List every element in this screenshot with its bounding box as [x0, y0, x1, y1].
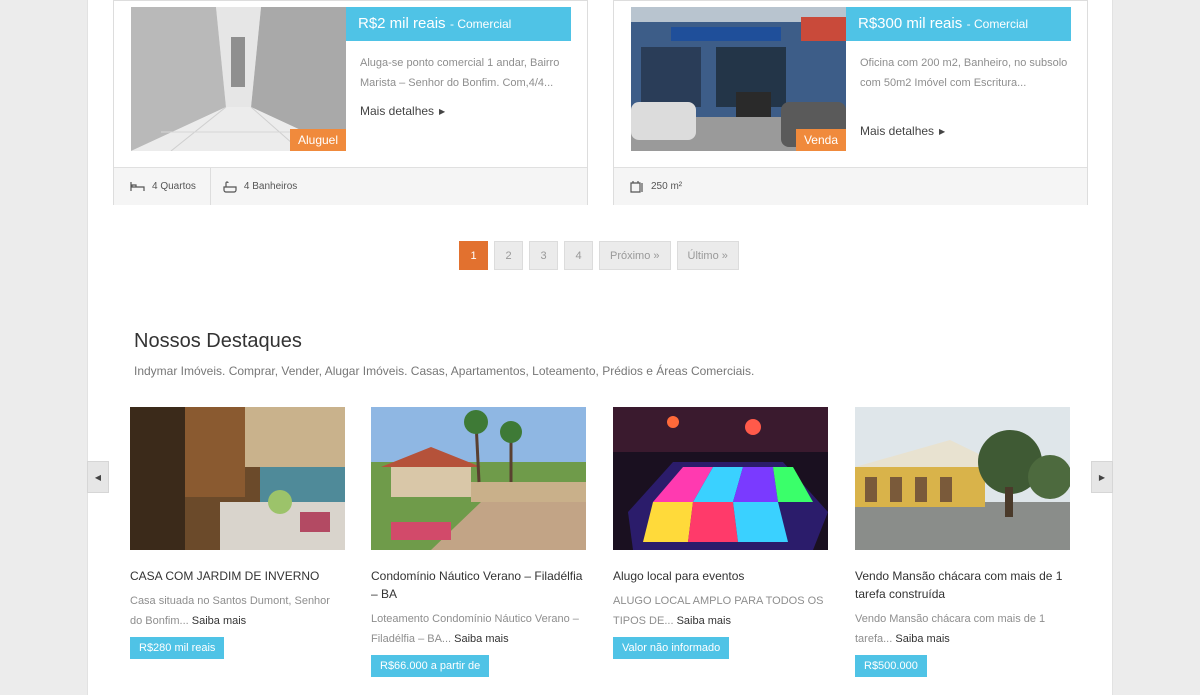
- next-page-button[interactable]: Próximo »: [599, 241, 671, 270]
- more-details-label: Mais detalhes: [360, 104, 435, 118]
- property-photo[interactable]: Venda: [631, 7, 846, 151]
- price-label: R$300 mil reais: [858, 15, 963, 32]
- page-4-button[interactable]: 4: [564, 241, 593, 270]
- feature-label: 250 m²: [651, 181, 683, 192]
- featured-title[interactable]: CASA COM JARDIM DE INVERNO: [130, 567, 345, 585]
- page-2-button[interactable]: 2: [494, 241, 523, 270]
- saiba-mais-link[interactable]: Saiba mais: [895, 633, 949, 645]
- featured-price-badge: R$280 mil reais: [130, 637, 225, 659]
- feature-bedrooms: 4 Quartos: [114, 168, 210, 205]
- slider-prev-button[interactable]: ◀: [87, 461, 109, 493]
- page-3-button[interactable]: 3: [529, 241, 558, 270]
- featured-title[interactable]: Condomínio Náutico Verano – Filadélfia –…: [371, 567, 586, 603]
- property-card: Venda R$300 mil reais - Comercial Oficin…: [613, 0, 1088, 205]
- property-features: 250 m²: [614, 167, 1087, 205]
- featured-description-text: Vendo Mansão chácara com mais de 1 taref…: [855, 613, 1046, 645]
- featured-description: Casa situada no Santos Dumont, Senhor do…: [130, 591, 345, 631]
- property-description: Oficina com 200 m2, Banheiro, no subsolo…: [860, 57, 1068, 89]
- featured-price-badge: Valor não informado: [613, 637, 730, 659]
- area-icon: [630, 181, 643, 193]
- section-title: Nossos Destaques: [134, 330, 302, 352]
- listing-type-badge: Aluguel: [289, 129, 346, 151]
- feature-label: 4 Quartos: [152, 181, 196, 192]
- slider-next-button[interactable]: ▶: [1091, 461, 1113, 493]
- featured-price-badge: R$500.000: [855, 655, 927, 677]
- featured-photo[interactable]: [613, 407, 828, 550]
- listing-type-badge: Venda: [795, 129, 846, 151]
- featured-photo[interactable]: [855, 407, 1070, 550]
- category-label: - Comercial: [966, 17, 1029, 31]
- pagination: 1 2 3 4 Próximo » Último »: [459, 241, 739, 270]
- category-label: - Comercial: [449, 17, 512, 31]
- featured-card: Alugo local para eventos ALUGO LOCAL AMP…: [613, 407, 828, 659]
- section-subtitle: Indymar Imóveis. Comprar, Vender, Alugar…: [134, 364, 755, 378]
- featured-card: Condomínio Náutico Verano – Filadélfia –…: [371, 407, 586, 677]
- price-banner: R$2 mil reais - Comercial: [346, 7, 571, 41]
- featured-title[interactable]: Vendo Mansão chácara com mais de 1 taref…: [855, 567, 1070, 603]
- more-details-label: Mais detalhes: [860, 124, 935, 138]
- property-description: Aluga-se ponto comercial 1 andar, Bairro…: [360, 57, 560, 89]
- featured-description: Vendo Mansão chácara com mais de 1 taref…: [855, 609, 1070, 649]
- featured-photo[interactable]: [130, 407, 345, 550]
- feature-bathrooms: 4 Banheiros: [209, 168, 311, 205]
- saiba-mais-link[interactable]: Saiba mais: [192, 615, 246, 627]
- caret-right-icon: ▶: [939, 127, 946, 136]
- feature-label: 4 Banheiros: [243, 181, 298, 192]
- featured-description: ALUGO LOCAL AMPLO PARA TODOS OS TIPOS DE…: [613, 591, 828, 631]
- bed-icon: [130, 182, 145, 191]
- saiba-mais-link[interactable]: Saiba mais: [677, 615, 731, 627]
- caret-right-icon: ▶: [439, 107, 446, 116]
- price-label: R$2 mil reais: [358, 15, 446, 32]
- featured-title[interactable]: Alugo local para eventos: [613, 567, 828, 585]
- price-banner: R$300 mil reais - Comercial: [846, 7, 1071, 41]
- feature-area: 250 m²: [614, 168, 696, 205]
- featured-description: Loteamento Condomínio Náutico Verano – F…: [371, 609, 586, 649]
- featured-card: Vendo Mansão chácara com mais de 1 taref…: [855, 407, 1070, 677]
- featured-card: CASA COM JARDIM DE INVERNO Casa situada …: [130, 407, 345, 659]
- bathtub-icon: [223, 180, 237, 193]
- more-details-link[interactable]: Mais detalhes ▶: [860, 124, 945, 138]
- last-page-button[interactable]: Último »: [676, 241, 739, 270]
- saiba-mais-link[interactable]: Saiba mais: [454, 633, 508, 645]
- featured-price-badge: R$66.000 a partir de: [371, 655, 490, 677]
- featured-photo[interactable]: [371, 407, 586, 550]
- property-card: Aluguel R$2 mil reais - Comercial Aluga-…: [113, 0, 588, 205]
- more-details-link[interactable]: Mais detalhes ▶: [360, 104, 445, 118]
- caret-right-icon: ▶: [1098, 472, 1106, 482]
- property-features: 4 Quartos 4 Banheiros: [114, 167, 587, 205]
- caret-left-icon: ◀: [94, 472, 102, 482]
- property-photo[interactable]: Aluguel: [131, 7, 346, 151]
- page-1-button[interactable]: 1: [459, 241, 488, 270]
